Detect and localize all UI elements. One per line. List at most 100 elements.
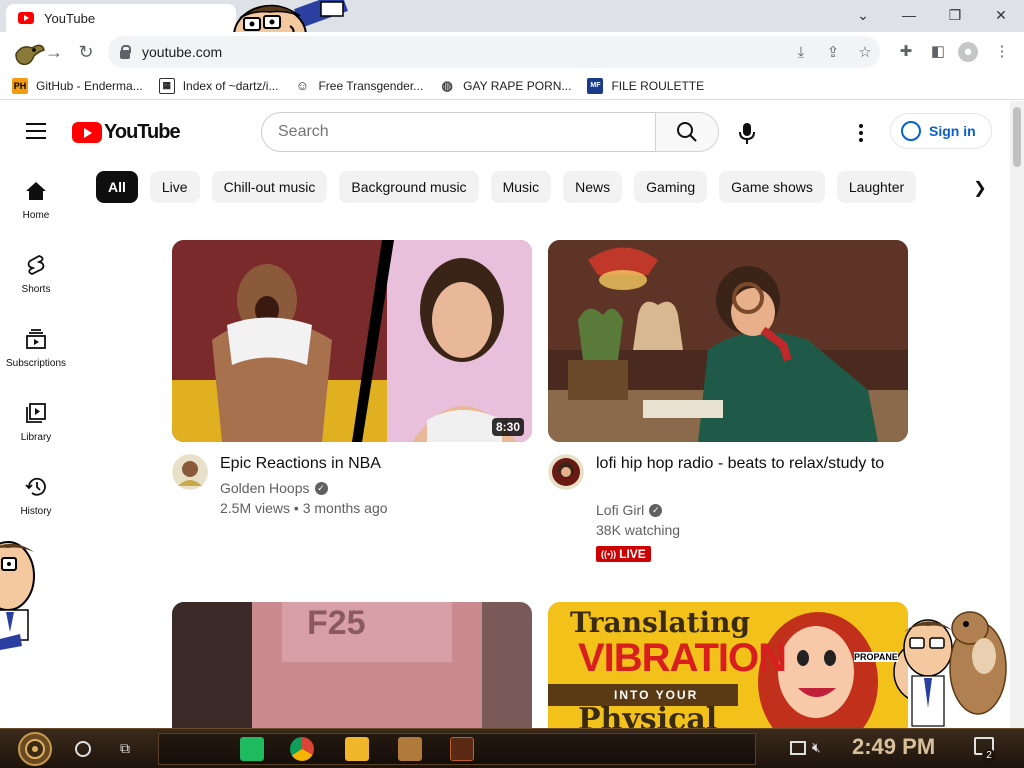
chip-live[interactable]: Live <box>149 171 200 203</box>
profile-icon[interactable]: ● <box>958 42 978 62</box>
search-input[interactable]: Search <box>261 112 656 152</box>
bookmark-item[interactable]: MF FILE ROULETTE <box>587 77 704 94</box>
youtube-logo[interactable]: YouTube <box>72 121 181 144</box>
sidebar-item-shorts[interactable]: Shorts <box>0 254 72 314</box>
lock-icon <box>120 44 131 59</box>
microphone-icon[interactable] <box>735 121 759 145</box>
scrollbar-thumb[interactable] <box>1013 107 1021 167</box>
channel-avatar[interactable] <box>172 454 208 490</box>
file-explorer-icon[interactable] <box>345 737 369 761</box>
thumbnail-text: Physical <box>578 702 718 728</box>
library-icon <box>26 403 46 423</box>
account-icon <box>901 121 921 141</box>
app-icon[interactable] <box>450 737 474 761</box>
home-icon <box>26 182 46 200</box>
thumbnail-text: INTO YOUR <box>614 688 699 702</box>
chip-background-music[interactable]: Background music <box>339 171 479 203</box>
tab-search-icon[interactable]: ⌄ <box>848 4 878 26</box>
bookmarks-bar: PH GitHub - Enderma... ▦ Index of ~dartz… <box>0 72 1024 100</box>
channel-avatar[interactable] <box>548 454 584 490</box>
taskbar-clock[interactable]: 2:49 PM <box>852 734 935 760</box>
video-title[interactable]: Epic Reactions in NBA <box>220 453 520 475</box>
browser-titlebar: YouTube ⌄ — ❐ ✕ <box>0 0 1024 67</box>
verified-icon: ✓ <box>649 503 663 517</box>
address-bar[interactable]: youtube.com <box>108 36 880 68</box>
globe-icon: ◍ <box>441 77 453 93</box>
thumbnail-text: Translating <box>570 606 751 639</box>
bookmark-item[interactable]: ☺ Free Transgender... <box>294 78 423 94</box>
chip-game-shows[interactable]: Game shows <box>719 171 825 203</box>
chip-all[interactable]: All <box>96 171 138 203</box>
video-thumbnail[interactable] <box>548 240 908 442</box>
start-button-icon[interactable] <box>12 731 58 767</box>
channel-name[interactable]: Golden Hoops ✓ <box>220 480 328 496</box>
chip-music[interactable]: Music <box>490 171 552 203</box>
ph-icon: PH <box>12 77 28 94</box>
forward-button[interactable]: → <box>40 38 68 66</box>
youtube-header: YouTube Search Sign in <box>0 101 1010 161</box>
video-meta: 38K watching <box>596 522 681 538</box>
bookmark-item[interactable]: PH GitHub - Enderma... <box>12 77 143 94</box>
search-circle-icon[interactable] <box>75 741 91 757</box>
subscriptions-icon <box>26 329 46 349</box>
chrome-icon[interactable] <box>290 737 314 761</box>
sidebar-item-history[interactable]: History <box>0 476 72 536</box>
bookmark-star-icon[interactable]: ☆ <box>856 44 874 62</box>
reload-button[interactable]: ↻ <box>72 38 100 66</box>
chips-next-button[interactable]: ❯ <box>968 176 992 200</box>
bookmark-item[interactable]: ▦ Index of ~dartz/i... <box>158 77 278 94</box>
chip-gaming[interactable]: Gaming <box>634 171 708 203</box>
thumbnail-text: VIBRATION <box>578 636 787 680</box>
video-thumbnail[interactable]: F25 <box>172 602 532 728</box>
network-icon[interactable] <box>790 741 806 755</box>
sidebar-item-home[interactable]: Home <box>0 180 72 240</box>
video-thumbnail[interactable]: 8:30 <box>172 240 532 442</box>
mask-icon: ☺ <box>295 78 310 93</box>
video-duration: 8:30 <box>491 418 524 436</box>
task-view-icon[interactable]: ⧉ <box>120 740 138 756</box>
basketball-reaction-thumbnail <box>172 240 532 442</box>
chip-chill-out-music[interactable]: Chill-out music <box>211 171 328 203</box>
side-panel-icon[interactable]: ◧ <box>928 42 948 62</box>
verified-icon: ✓ <box>314 481 328 495</box>
guide-menu-button[interactable] <box>26 123 46 139</box>
youtube-play-icon <box>72 122 102 143</box>
cartoon-character-sticker <box>0 541 35 650</box>
chip-laughter[interactable]: Laughter <box>836 171 917 203</box>
notes-app-icon[interactable] <box>240 737 264 761</box>
thumbnail-text: F25 <box>307 604 366 642</box>
sign-in-button[interactable]: Sign in <box>890 113 992 149</box>
video-title[interactable]: lofi hip hop radio - beats to relax/stud… <box>596 453 896 475</box>
search-button[interactable] <box>655 112 719 152</box>
search-icon <box>677 122 697 142</box>
tab-title: YouTube <box>44 10 96 26</box>
filter-chips: All Live Chill-out music Background musi… <box>96 171 928 204</box>
live-broadcast-icon: ((•)) <box>601 549 617 559</box>
channel-name[interactable]: Lofi Girl ✓ <box>596 502 663 518</box>
extensions-icon[interactable]: ✚ <box>896 42 916 62</box>
volume-muted-icon[interactable]: 🔇︎ <box>812 739 821 756</box>
bookmark-item[interactable]: ◍ GAY RAPE PORN... <box>439 77 572 94</box>
maximize-button[interactable]: ❐ <box>940 4 970 26</box>
shorts-icon <box>27 255 45 275</box>
chip-news[interactable]: News <box>563 171 623 203</box>
sidebar-item-library[interactable]: Library <box>0 402 72 462</box>
minimize-button[interactable]: — <box>894 4 924 26</box>
lofi-girl-thumbnail <box>548 240 908 442</box>
page-scrollbar[interactable] <box>1010 101 1024 728</box>
live-badge: ((•)) LIVE <box>596 546 651 562</box>
menu-dots-icon[interactable]: ⋮ <box>992 42 1012 62</box>
video-thumbnail[interactable]: Translating VIBRATION INTO YOUR Physical… <box>548 602 908 728</box>
screen: YouTube ⌄ — ❐ ✕ → ↻ youtube.com ⤓ ⇪ ☆ ✚ … <box>0 0 1024 768</box>
app-icon[interactable] <box>398 737 422 761</box>
url-text: youtube.com <box>142 44 223 60</box>
cartoon-character-sticker <box>903 611 1007 727</box>
sidebar-item-subscriptions[interactable]: Subscriptions <box>0 328 72 388</box>
browser-tab[interactable]: YouTube <box>6 4 236 32</box>
box-icon: ▦ <box>158 77 175 94</box>
mf-icon: MF <box>587 77 604 94</box>
install-icon[interactable]: ⤓ <box>792 44 810 62</box>
settings-dots-icon[interactable] <box>851 121 871 145</box>
share-icon[interactable]: ⇪ <box>824 44 842 62</box>
close-button[interactable]: ✕ <box>986 4 1016 26</box>
